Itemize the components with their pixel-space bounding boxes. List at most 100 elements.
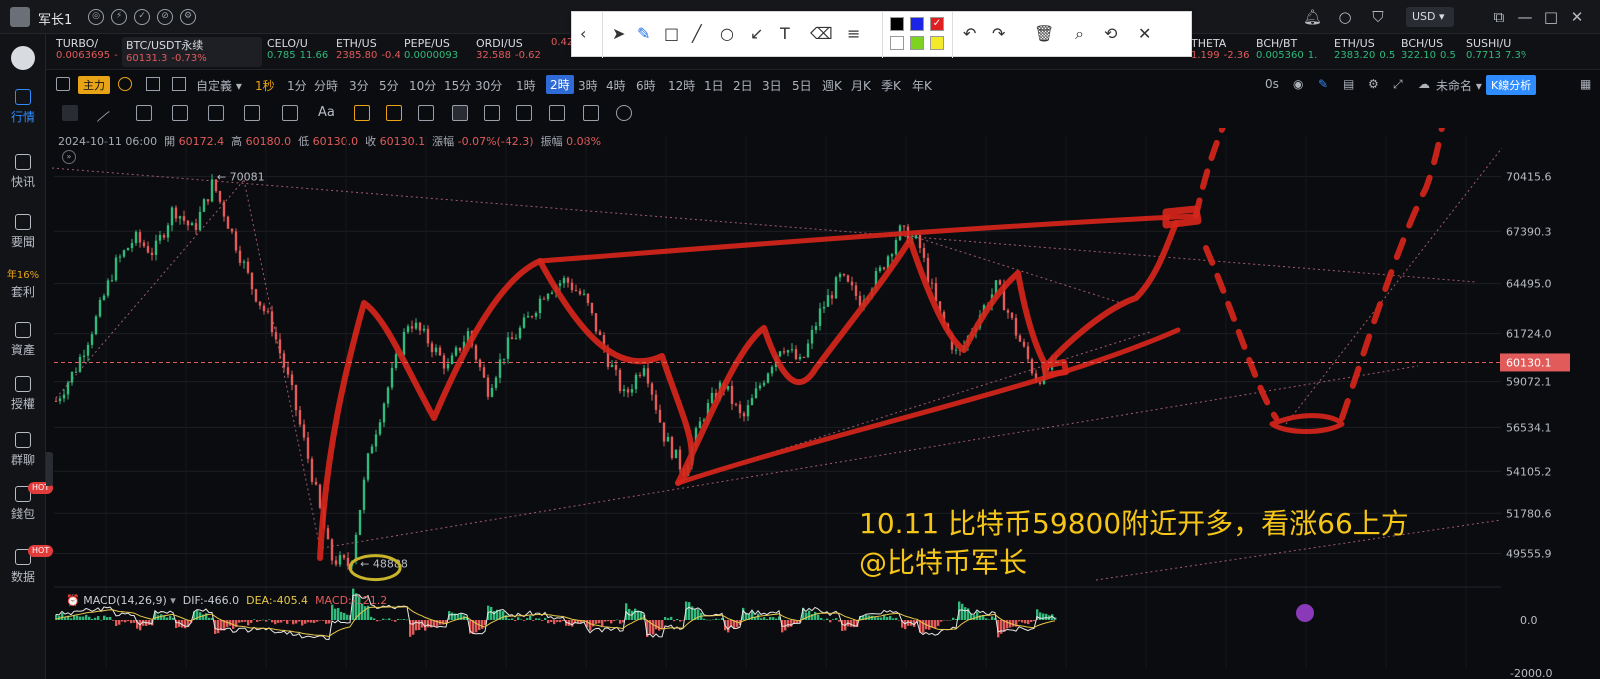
edit-tool-icon[interactable] xyxy=(549,105,565,121)
ticker-item[interactable]: BCH/US 322.10 0.5 xyxy=(1401,37,1463,67)
app-logo[interactable] xyxy=(11,46,35,70)
copy-tool-icon[interactable] xyxy=(516,105,532,121)
timeframe-7[interactable]: 30分 xyxy=(475,77,502,94)
indicator-icon[interactable] xyxy=(118,77,132,91)
timeframe-8[interactable]: 1時 xyxy=(516,77,536,94)
delete-icon[interactable]: 🗑︎ xyxy=(1034,25,1054,43)
link-icon[interactable]: ⊘ xyxy=(157,9,173,25)
timeframe-5[interactable]: 10分 xyxy=(409,77,436,94)
calendar-icon[interactable] xyxy=(146,77,160,91)
currency-select[interactable]: USD ▾ xyxy=(1406,7,1454,27)
timeframe-9[interactable]: 2時 xyxy=(546,75,574,94)
timeframe-16[interactable]: 3日 xyxy=(762,77,782,94)
sidebar-item-2[interactable]: 要聞 xyxy=(0,214,46,250)
timeframe-10[interactable]: 3時 xyxy=(578,77,598,94)
timeframe-11[interactable]: 4時 xyxy=(606,77,626,94)
check-icon[interactable]: ✓ xyxy=(134,9,150,25)
minimize-icon[interactable]: — xyxy=(1516,8,1534,26)
settings-circle-icon[interactable]: ⚙ xyxy=(180,9,196,25)
ticker-item[interactable]: CELO/U 0.785 11.66 xyxy=(267,37,333,67)
sidebar-item-6[interactable]: 群聊 xyxy=(0,432,46,468)
trash-tool-icon[interactable] xyxy=(583,105,599,121)
timeframe-21[interactable]: 年K xyxy=(912,77,932,94)
sidebar-item-7[interactable]: 錢包 HOT xyxy=(0,482,54,522)
layout-icon[interactable] xyxy=(56,77,70,91)
ticker-item[interactable]: BCH/BT 0.005360 1. xyxy=(1256,37,1330,67)
ticker-item[interactable]: ETH/US 2385.80 -0.4 xyxy=(336,37,400,67)
hide-tool-icon[interactable] xyxy=(484,105,500,121)
color-yellow-swatch[interactable] xyxy=(930,36,944,50)
timeframe-12[interactable]: 6時 xyxy=(636,77,656,94)
line-icon[interactable]: ╱ xyxy=(692,25,702,43)
timeframe-2[interactable]: 分時 xyxy=(314,77,338,94)
timeframe-18[interactable]: 週K xyxy=(822,77,842,94)
pen-draw-icon[interactable]: ✎ xyxy=(637,25,650,43)
rectangle-icon[interactable]: □ xyxy=(664,25,679,43)
ticker-item[interactable]: THETA 1.199 -2.36 xyxy=(1191,37,1251,67)
timeframe-17[interactable]: 5日 xyxy=(792,77,812,94)
search-icon[interactable]: ○ xyxy=(1336,8,1354,26)
redo-icon[interactable]: ↷ xyxy=(992,25,1005,43)
clipboard-icon[interactable]: ▤ xyxy=(1343,77,1354,91)
ticker-item[interactable]: ETH/US 2383.20 0.5 xyxy=(1334,37,1398,67)
ticker-item[interactable]: TURBO/0.0063695- xyxy=(56,37,118,67)
sidebar-item-0[interactable]: 行情 xyxy=(0,89,46,125)
lock-tool-icon[interactable] xyxy=(386,105,402,121)
timeframe-3[interactable]: 3分 xyxy=(349,77,369,94)
angle-tool-icon[interactable] xyxy=(172,105,188,121)
color-blue-swatch[interactable] xyxy=(910,17,924,31)
refresh-tool-icon[interactable] xyxy=(616,105,632,121)
zoom-icon[interactable]: ⌕ xyxy=(1075,25,1084,43)
eraser-tool-icon[interactable] xyxy=(418,105,434,121)
close-icon[interactable]: ✕ xyxy=(1568,8,1586,26)
main-force-button[interactable]: 主力 xyxy=(78,76,110,94)
color-red-swatch[interactable]: ✓ xyxy=(930,17,944,31)
eraser-icon[interactable]: ⌫ xyxy=(810,25,833,43)
sidebar-item-4[interactable]: 資產 xyxy=(0,322,46,358)
bell-icon[interactable]: 🔔︎ xyxy=(1303,8,1322,26)
channel-tool-icon[interactable] xyxy=(136,105,152,121)
color-white-swatch[interactable] xyxy=(890,36,904,50)
sidebar-item-5[interactable]: 授權 xyxy=(0,376,46,412)
timeframe-0[interactable]: 1秒 xyxy=(255,77,275,94)
timeframe-19[interactable]: 月K xyxy=(851,77,871,94)
timeframe-20[interactable]: 季K xyxy=(881,77,901,94)
fullscreen-icon[interactable]: ⤢ xyxy=(1393,77,1403,92)
crosshair-tool-icon[interactable] xyxy=(62,105,78,121)
more-icon[interactable]: ▦ xyxy=(1580,77,1591,91)
template-icon[interactable] xyxy=(172,77,186,91)
ticker-item[interactable]: SUSHI/U0.7713 7.3% xyxy=(1466,37,1526,67)
timeframe-4[interactable]: 5分 xyxy=(379,77,399,94)
ticker-item[interactable]: ORDI/US 32.588 -0.62 xyxy=(476,37,546,67)
timeframe-14[interactable]: 1日 xyxy=(704,77,724,94)
undo-icon[interactable]: ↶ xyxy=(963,25,976,43)
text-icon[interactable]: T xyxy=(780,25,790,43)
popout-icon[interactable]: ⧉ xyxy=(1490,8,1508,26)
maximize-icon[interactable]: □ xyxy=(1542,8,1560,26)
zero-s-label[interactable]: 0s xyxy=(1265,77,1279,91)
color-green-swatch[interactable] xyxy=(910,36,924,50)
close-annotation-icon[interactable]: ✕ xyxy=(1138,25,1151,43)
measure-tool-icon[interactable] xyxy=(282,105,298,121)
macd-alarm-icon[interactable]: ⏰ xyxy=(66,594,80,607)
stroke-width-icon[interactable]: ≡ xyxy=(847,25,860,43)
macd-dropdown-icon[interactable]: ▾ xyxy=(170,594,176,607)
layout-name-dropdown[interactable]: 未命名 ▾ xyxy=(1436,77,1482,94)
fib-tool-icon[interactable] xyxy=(208,105,224,121)
ticker-item[interactable]: BTC/USDT永续 60131.3 -0.73% xyxy=(122,37,262,67)
timeframe-13[interactable]: 12時 xyxy=(668,77,695,94)
ticker-item[interactable]: PEPE/US 0.0000093 xyxy=(404,37,472,67)
sidebar-item-8[interactable]: 数据 HOT xyxy=(0,545,54,585)
cloud-icon[interactable]: ☁ xyxy=(1418,77,1430,91)
timeframe-15[interactable]: 2日 xyxy=(733,77,753,94)
timeframe-6[interactable]: 15分 xyxy=(444,77,471,94)
sidebar-item-3[interactable]: 年16% 套利 xyxy=(0,266,46,300)
ellipse-icon[interactable]: ○ xyxy=(720,25,734,43)
record-icon[interactable]: ◎ xyxy=(88,9,104,25)
back-icon[interactable]: ‹ xyxy=(580,25,586,43)
ocr-icon[interactable]: ⟲ xyxy=(1104,25,1117,43)
text-tool-icon[interactable]: Aa xyxy=(318,105,335,120)
gear-icon[interactable]: ⚙ xyxy=(1368,77,1379,91)
pen-icon[interactable]: ✎ xyxy=(1318,77,1328,91)
custom-dropdown[interactable]: 自定義 ▾ xyxy=(196,77,242,94)
